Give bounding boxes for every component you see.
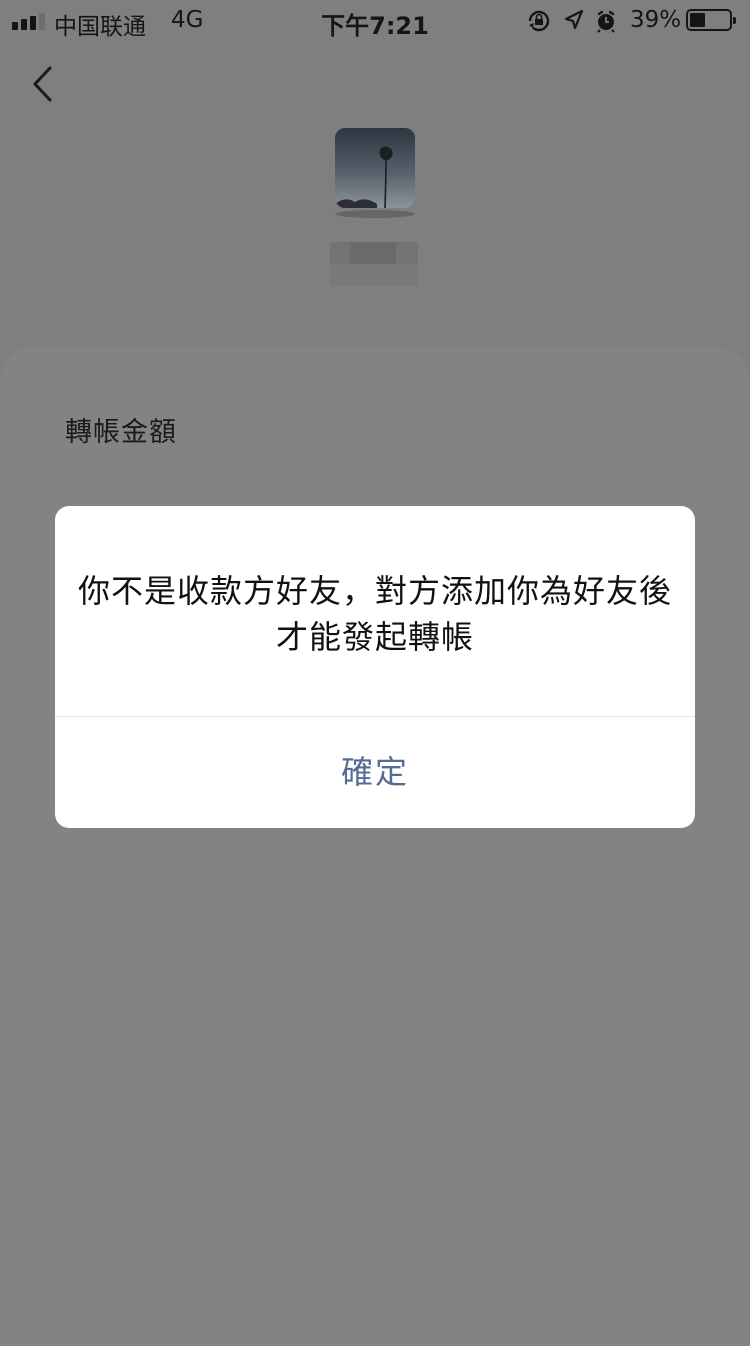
recipient-avatar [335, 128, 415, 208]
orientation-lock-icon [528, 10, 550, 32]
confirm-button[interactable]: 確定 [55, 717, 695, 828]
battery-percent: 39% [630, 7, 682, 33]
status-icons [528, 9, 615, 33]
transfer-panel [0, 346, 750, 1346]
recipient-name-blurred [330, 242, 418, 286]
battery-fill [690, 13, 705, 27]
amount-label: 轉帳金額 [65, 417, 177, 448]
avatar-shadow [335, 210, 415, 218]
chevron-left-icon [33, 66, 52, 102]
status-bar: 中国联通 4G 下午7:21 39% [0, 0, 750, 42]
dialog-message: 你不是收款方好友，對方添加你為好友後才能發起轉帳 [77, 572, 672, 656]
alarm-icon [597, 10, 615, 33]
back-button[interactable] [26, 62, 66, 106]
battery-icon [686, 9, 736, 31]
location-arrow-icon [564, 9, 584, 30]
alert-dialog: 你不是收款方好友，對方添加你為好友後才能發起轉帳 確定 [55, 506, 695, 828]
tulip-silhouette-icon [335, 128, 415, 208]
